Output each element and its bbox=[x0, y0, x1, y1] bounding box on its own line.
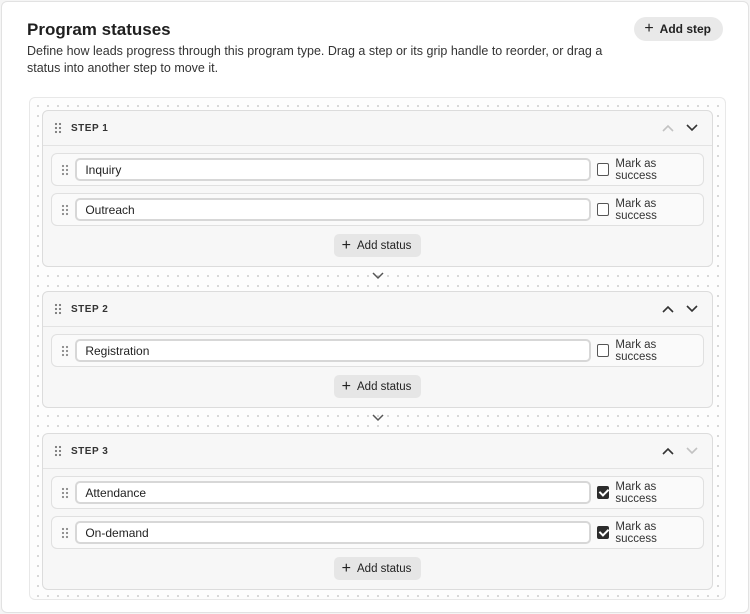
chevron-down-icon[interactable] bbox=[686, 303, 698, 315]
program-statuses-panel: Program statuses Define how leads progre… bbox=[1, 1, 749, 613]
mark-success-checkbox[interactable] bbox=[596, 203, 610, 216]
grip-vertical-icon[interactable] bbox=[58, 204, 71, 216]
step-card[interactable]: STEP 3 Mark as success bbox=[42, 433, 713, 590]
step-card[interactable]: STEP 2 Mark as success bbox=[42, 291, 713, 408]
add-status-button[interactable]: + Add status bbox=[333, 375, 422, 398]
step-title: STEP 3 bbox=[71, 445, 109, 457]
step-card[interactable]: STEP 1 Mark as success bbox=[42, 110, 713, 267]
mark-success-checkbox[interactable] bbox=[596, 486, 610, 499]
grip-vertical-icon[interactable] bbox=[53, 122, 63, 134]
add-step-label: Add step bbox=[659, 22, 711, 36]
chevron-down-icon bbox=[372, 272, 384, 282]
step-title: STEP 2 bbox=[71, 303, 109, 315]
page-title: Program statuses bbox=[27, 20, 171, 39]
chevron-up-icon[interactable] bbox=[662, 303, 674, 315]
status-row: Mark as success bbox=[51, 153, 704, 186]
plus-icon: + bbox=[341, 236, 351, 254]
mark-success-checkbox[interactable] bbox=[596, 526, 610, 539]
mark-success-label: Mark as success bbox=[615, 480, 657, 505]
add-step-button[interactable]: + Add step bbox=[634, 17, 723, 41]
grip-vertical-icon[interactable] bbox=[53, 445, 63, 457]
add-status-button[interactable]: + Add status bbox=[333, 557, 422, 580]
chevron-up-icon[interactable] bbox=[662, 445, 674, 457]
mark-success-label: Mark as success bbox=[615, 338, 657, 363]
step-title: STEP 1 bbox=[71, 122, 109, 134]
status-row: Mark as success bbox=[51, 476, 704, 509]
grip-vertical-icon[interactable] bbox=[58, 487, 71, 499]
grip-vertical-icon[interactable] bbox=[58, 164, 71, 176]
status-row: Mark as success bbox=[51, 334, 704, 367]
status-name-input[interactable] bbox=[75, 198, 591, 221]
add-status-button[interactable]: + Add status bbox=[333, 234, 422, 257]
chevron-down-icon[interactable] bbox=[686, 122, 698, 134]
steps-board: STEP 1 Mark as success bbox=[29, 97, 726, 600]
add-status-label: Add status bbox=[357, 562, 412, 575]
status-row: Mark as success bbox=[51, 516, 704, 549]
mark-success-checkbox[interactable] bbox=[596, 344, 610, 357]
status-name-input[interactable] bbox=[75, 339, 591, 362]
step-header: STEP 2 bbox=[43, 292, 712, 327]
plus-icon: + bbox=[341, 377, 351, 395]
mark-success-label: Mark as success bbox=[615, 157, 657, 182]
grip-vertical-icon[interactable] bbox=[58, 527, 71, 539]
status-name-input[interactable] bbox=[75, 521, 591, 544]
step-header: STEP 3 bbox=[43, 434, 712, 469]
step-header: STEP 1 bbox=[43, 111, 712, 146]
mark-success-checkbox[interactable] bbox=[596, 163, 610, 176]
chevron-down-icon bbox=[686, 445, 698, 457]
mark-success-label: Mark as success bbox=[615, 197, 657, 222]
mark-success-label: Mark as success bbox=[615, 520, 657, 545]
grip-vertical-icon[interactable] bbox=[58, 345, 71, 357]
chevron-down-icon bbox=[372, 414, 384, 424]
add-status-label: Add status bbox=[357, 239, 412, 252]
status-row: Mark as success bbox=[51, 193, 704, 226]
plus-icon: + bbox=[341, 559, 351, 577]
chevron-up-icon bbox=[662, 122, 674, 134]
grip-vertical-icon[interactable] bbox=[53, 303, 63, 315]
status-name-input[interactable] bbox=[75, 158, 591, 181]
plus-icon: + bbox=[644, 20, 654, 37]
add-status-label: Add status bbox=[357, 380, 412, 393]
status-name-input[interactable] bbox=[75, 481, 591, 504]
page-description: Define how leads progress through this p… bbox=[27, 44, 603, 75]
